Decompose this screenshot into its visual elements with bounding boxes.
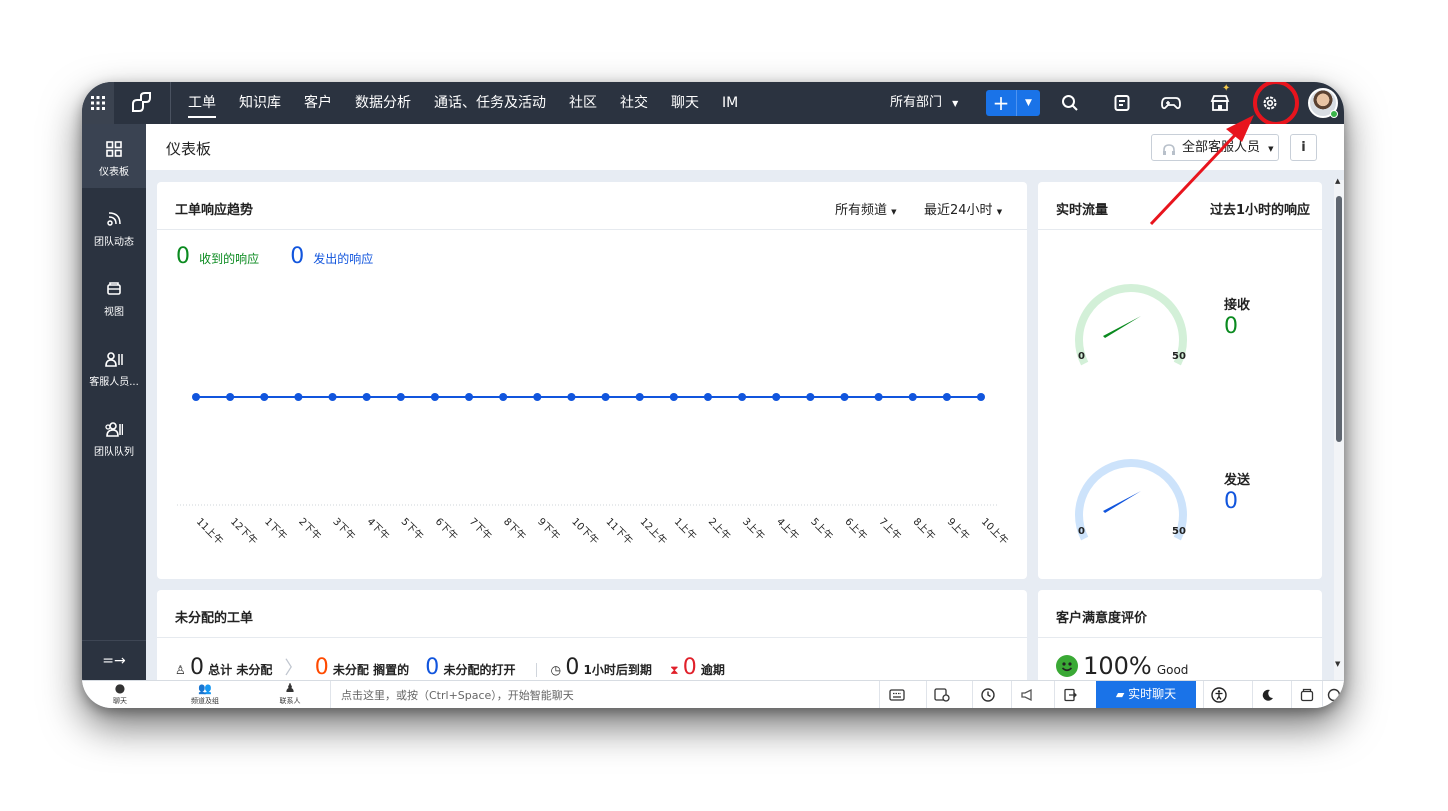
annotation-arrow bbox=[1149, 115, 1254, 226]
